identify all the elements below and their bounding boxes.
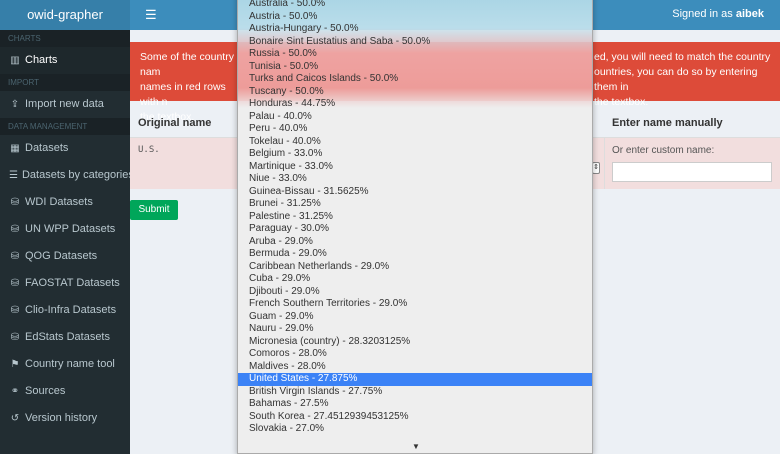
- app-logo[interactable]: owid-grapher: [0, 0, 130, 30]
- sidebar-item-faostat-datasets[interactable]: ⛁ FAOSTAT Datasets: [0, 270, 130, 297]
- table-icon: ▦: [10, 143, 20, 154]
- sidebar-item-label: UN WPP Datasets: [25, 223, 116, 235]
- sidebar-section-header: DATA MANAGEMENT: [0, 118, 130, 135]
- dropdown-option[interactable]: Austria - 50.0%: [238, 11, 592, 24]
- dropdown-option[interactable]: Tuscany - 50.0%: [238, 86, 592, 99]
- dropdown-option[interactable]: Palestine - 31.25%: [238, 211, 592, 224]
- dropdown-option[interactable]: Guam - 29.0%: [238, 311, 592, 324]
- sidebar-item-label: Sources: [25, 385, 66, 397]
- dropdown-option[interactable]: Palau - 40.0%: [238, 111, 592, 124]
- sidebar-section-header: CHARTS: [0, 30, 130, 47]
- dropdown-option[interactable]: French Southern Territories - 29.0%: [238, 298, 592, 311]
- dropdown-option[interactable]: Cuba - 29.0%: [238, 273, 592, 286]
- alert-text-right: ed, you will need to match the country o…: [594, 51, 771, 108]
- dropdown-option[interactable]: Russia - 50.0%: [238, 48, 592, 61]
- sidebar-item-label: Clio-Infra Datasets: [25, 304, 117, 316]
- column-header-original-name: Original name: [138, 117, 212, 129]
- link-icon: ⚭: [10, 386, 20, 397]
- username: aibek: [735, 8, 764, 20]
- dropdown-option[interactable]: Micronesia (country) - 28.3203125%: [238, 336, 592, 349]
- sidebar-item-un-wpp-datasets[interactable]: ⛁ UN WPP Datasets: [0, 216, 130, 243]
- original-name-cell: U.S.: [138, 145, 160, 155]
- dropdown-option[interactable]: Bonaire Sint Eustatius and Saba - 50.0%: [238, 36, 592, 49]
- dropdown-option[interactable]: Caribbean Netherlands - 29.0%: [238, 261, 592, 274]
- dropdown-option[interactable]: Niue - 33.0%: [238, 173, 592, 186]
- dropdown-option[interactable]: United States - 27.875%: [238, 373, 592, 386]
- signed-in-status[interactable]: Signed in as aibek: [672, 8, 764, 20]
- sidebar-item-label: Datasets by categories: [21, 169, 134, 181]
- column-header-enter-manually: Enter name manually: [612, 117, 723, 129]
- dropdown-option[interactable]: Martinique - 33.0%: [238, 161, 592, 174]
- sidebar-item-label: Version history: [25, 412, 98, 424]
- dropdown-option[interactable]: Guinea-Bissau - 31.5625%: [238, 186, 592, 199]
- sidebar-item-sources[interactable]: ⚭ Sources: [0, 378, 130, 405]
- dropdown-option[interactable]: Maldives - 28.0%: [238, 361, 592, 374]
- dropdown-option[interactable]: British Virgin Islands - 27.75%: [238, 386, 592, 399]
- dropdown-option[interactable]: South Korea - 27.4512939453125%: [238, 411, 592, 424]
- sidebar-item-qog-datasets[interactable]: ⛁ QOG Datasets: [0, 243, 130, 270]
- sidebar-item-edstats-datasets[interactable]: ⛁ EdStats Datasets: [0, 324, 130, 351]
- dropdown-option[interactable]: Tokelau - 40.0%: [238, 136, 592, 149]
- dropdown-option[interactable]: Peru - 40.0%: [238, 123, 592, 136]
- select-toggle-icon[interactable]: ⇕: [592, 162, 600, 174]
- sidebar-item-clio-infra-datasets[interactable]: ⛁ Clio-Infra Datasets: [0, 297, 130, 324]
- chart-icon: ▥: [10, 55, 20, 66]
- flag-icon: ⚑: [10, 359, 20, 370]
- dropdown-options-list: Australia - 50.0% Austria - 50.0% Austria-…: [238, 0, 592, 436]
- sidebar-item-version-history[interactable]: ↺ Version history: [0, 405, 130, 432]
- list-icon: ☰: [9, 170, 18, 181]
- sidebar-item-wdi-datasets[interactable]: ⛁ WDI Datasets: [0, 189, 130, 216]
- sidebar-menu: CHARTS ▥ Charts IMPORT ⇪ Import new data DATA …: [0, 30, 134, 432]
- sidebar-item-label: Import new data: [25, 98, 104, 110]
- sidebar-item-import-new-data[interactable]: ⇪ Import new data: [0, 91, 130, 118]
- database-icon: ⛁: [10, 332, 20, 343]
- dropdown-option[interactable]: Tunisia - 50.0%: [238, 61, 592, 74]
- history-icon: ↺: [10, 413, 20, 424]
- sidebar-item-label: WDI Datasets: [25, 196, 93, 208]
- database-icon: ⛁: [10, 278, 20, 289]
- sidebar-item-label: QOG Datasets: [25, 250, 98, 262]
- sidebar-item-label: Datasets: [25, 142, 69, 154]
- sidebar-item-label: FAOSTAT Datasets: [25, 277, 120, 289]
- sidebar-item-label: Charts: [25, 54, 58, 66]
- sidebar-item-datasets[interactable]: ▦ Datasets: [0, 135, 130, 162]
- dropdown-option[interactable]: Honduras - 44.75%: [238, 98, 592, 111]
- custom-name-label: Or enter custom name:: [612, 145, 715, 156]
- country-match-dropdown[interactable]: Australia - 50.0% Austria - 50.0% Austria-…: [237, 0, 593, 454]
- database-icon: ⛁: [10, 224, 20, 235]
- database-icon: ⛁: [10, 197, 20, 208]
- dropdown-option[interactable]: Turks and Caicos Islands - 50.0%: [238, 73, 592, 86]
- dropdown-option[interactable]: Australia - 50.0%: [238, 0, 592, 11]
- signed-in-label: Signed in as: [672, 8, 733, 20]
- dropdown-option[interactable]: Brunei - 31.25%: [238, 198, 592, 211]
- sidebar-item-datasets-by-categories[interactable]: ☰ Datasets by categories: [0, 162, 134, 189]
- sidebar-item-label: Country name tool: [25, 358, 115, 370]
- sidebar-item-label: EdStats Datasets: [25, 331, 110, 343]
- submit-button[interactable]: Submit: [130, 200, 178, 220]
- dropdown-option[interactable]: Aruba - 29.0%: [238, 236, 592, 249]
- dropdown-option[interactable]: Nauru - 29.0%: [238, 323, 592, 336]
- alert-text-left: Some of the country nam names in red row…: [140, 51, 234, 123]
- dropdown-option[interactable]: Comoros - 28.0%: [238, 348, 592, 361]
- column-divider: [604, 137, 605, 189]
- dropdown-option[interactable]: Bermuda - 29.0%: [238, 248, 592, 261]
- dropdown-option[interactable]: Djibouti - 29.0%: [238, 286, 592, 299]
- dropdown-option[interactable]: Belgium - 33.0%: [238, 148, 592, 161]
- database-icon: ⛁: [10, 305, 20, 316]
- custom-name-input[interactable]: [612, 162, 772, 182]
- sidebar-item-charts[interactable]: ▥ Charts: [0, 47, 130, 74]
- dropdown-option[interactable]: Bahamas - 27.5%: [238, 398, 592, 411]
- sidebar-item-country-name-tool[interactable]: ⚑ Country name tool: [0, 351, 130, 378]
- dropdown-option[interactable]: Austria-Hungary - 50.0%: [238, 23, 592, 36]
- dropdown-option[interactable]: Paraguay - 30.0%: [238, 223, 592, 236]
- sidebar-section-header: IMPORT: [0, 74, 130, 91]
- dropdown-option[interactable]: Slovakia - 27.0%: [238, 423, 592, 436]
- scroll-down-arrow-icon[interactable]: ▼: [412, 442, 420, 451]
- upload-icon: ⇪: [10, 99, 20, 110]
- hamburger-icon[interactable]: ☰: [145, 7, 157, 23]
- database-icon: ⛁: [10, 251, 20, 262]
- sidebar: owid-grapher CHARTS ▥ Charts IMPORT ⇪ Import …: [0, 0, 134, 454]
